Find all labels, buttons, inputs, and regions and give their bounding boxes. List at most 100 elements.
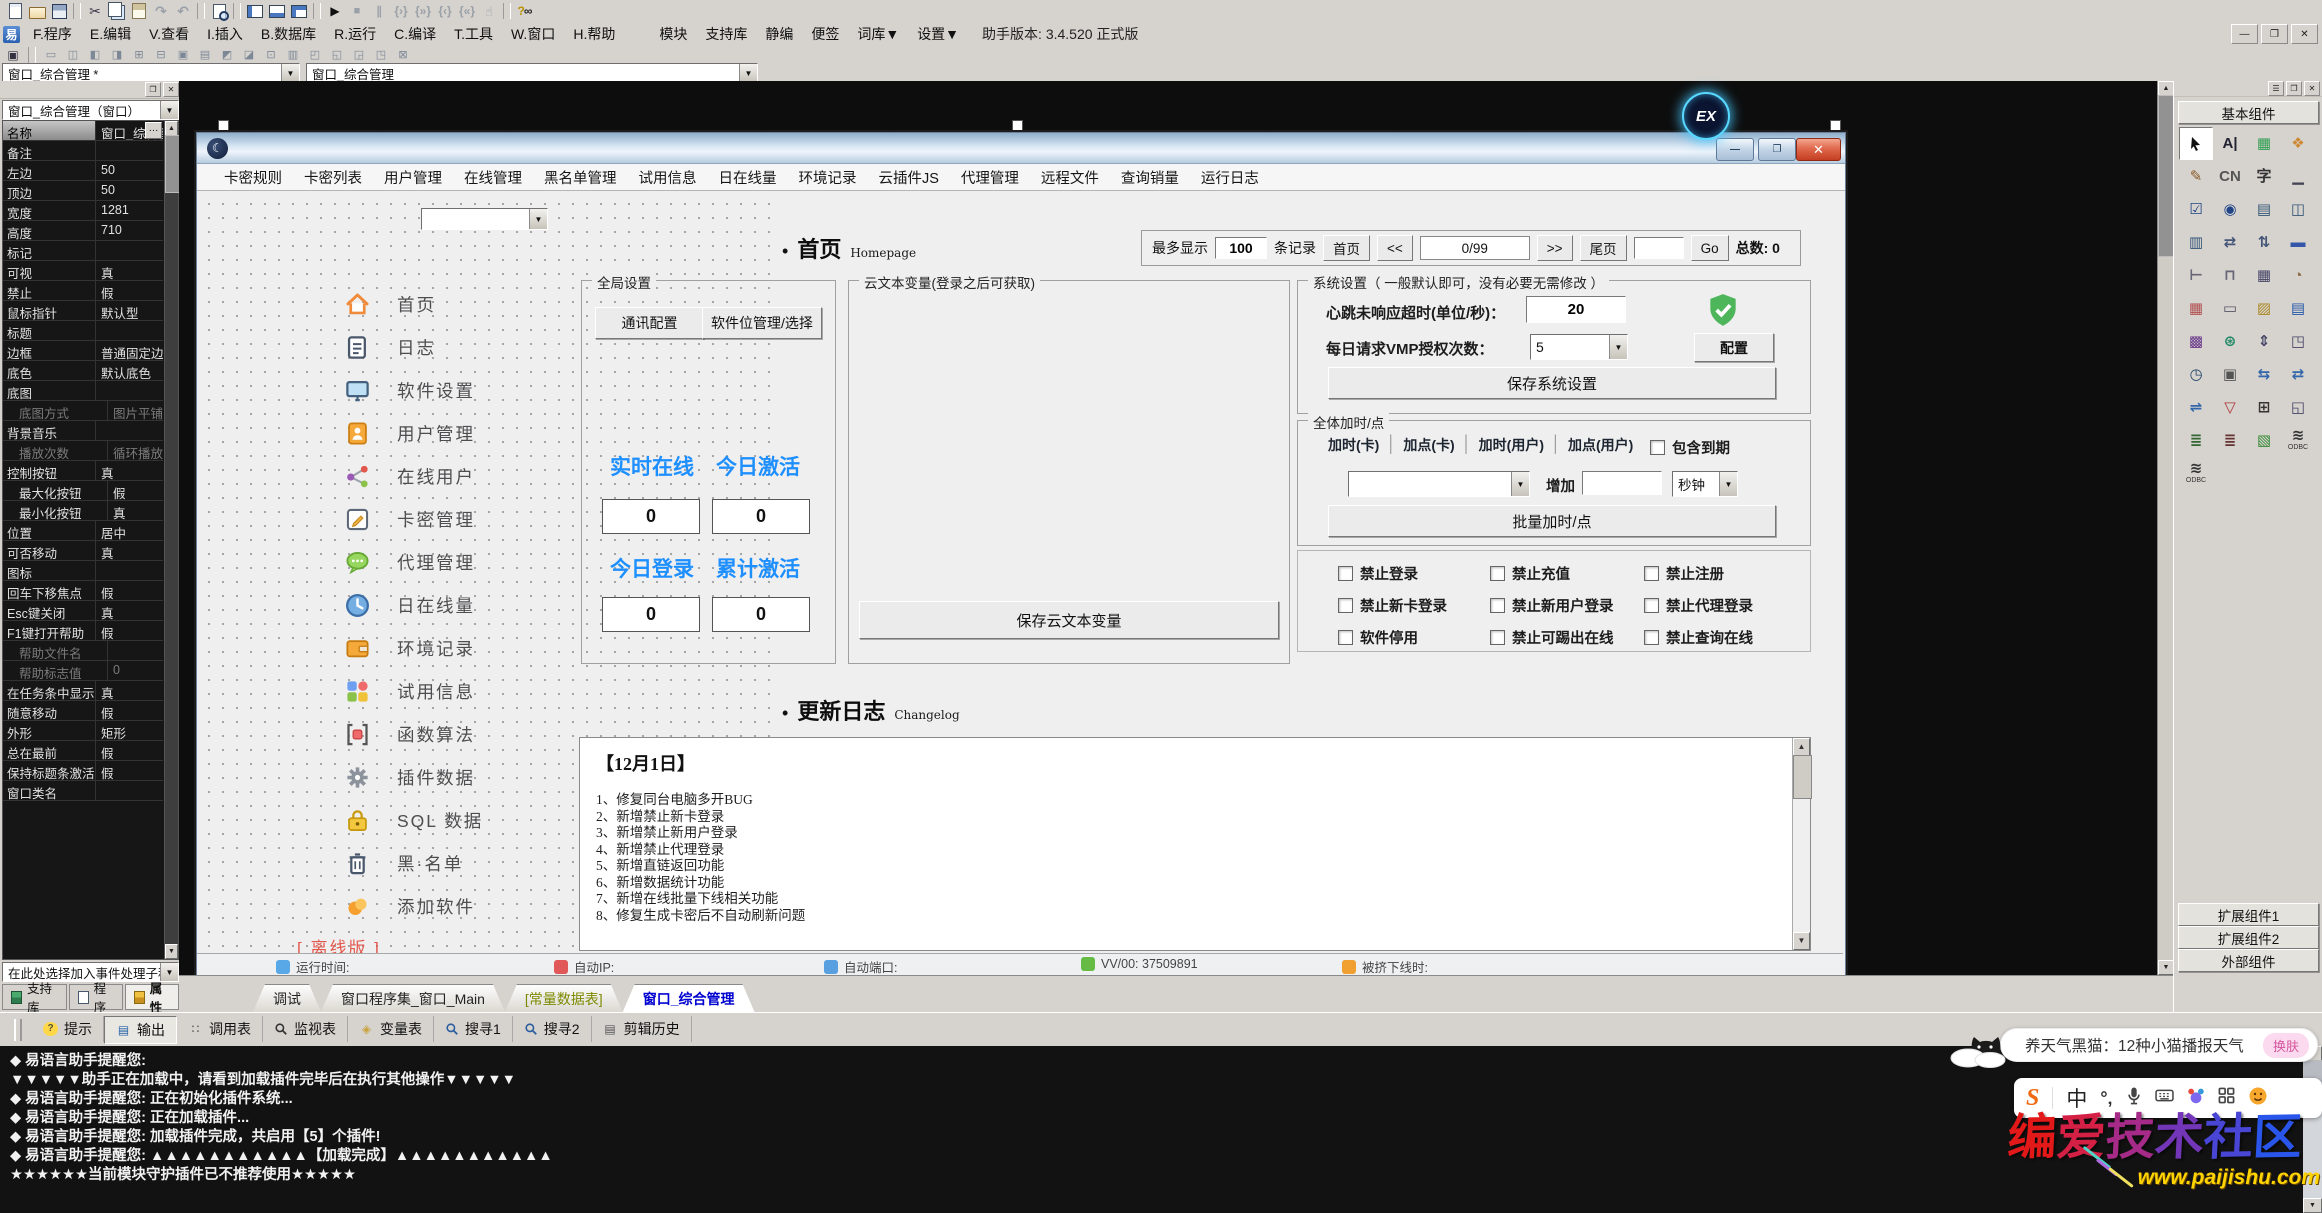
align-icon[interactable]: ⊡ [261, 47, 281, 62]
chevron-down-icon[interactable]: ▼ [160, 101, 178, 119]
form-menu-item[interactable]: 卡密规则 [213, 167, 293, 188]
sidebar-item-10[interactable]: 函数算法 [343, 718, 475, 750]
undo-icon[interactable]: ↶ [172, 2, 194, 20]
changelog-box[interactable]: 【12月1日】 1、修复同台电脑多开BUG2、新增禁止新卡登录3、新增禁止新用户… [579, 737, 1811, 951]
sidebar-item-11[interactable]: 插件数据 [343, 761, 475, 793]
scroll-down-icon[interactable]: ▼ [165, 944, 178, 959]
palette-section-external[interactable]: 外部组件 [2178, 949, 2319, 972]
sidebar-item-2[interactable]: 软件设置 [343, 374, 475, 406]
restriction-checkbox[interactable]: 禁止新用户登录 [1490, 595, 1614, 616]
palette-component-icon[interactable]: ✎ [2179, 160, 2213, 193]
chevron-down-icon[interactable]: ▼ [281, 64, 299, 82]
menu-item[interactable]: T.工具 [445, 22, 502, 46]
ex-plugin-badge[interactable]: EX [1682, 92, 1730, 140]
restriction-checkbox[interactable]: 禁止查询在线 [1644, 627, 1753, 648]
sidebar-item-3[interactable]: 用户管理 [343, 417, 475, 449]
property-row[interactable]: 最小化按钮真 [3, 501, 163, 521]
document-tab[interactable]: 调试 [253, 984, 321, 1012]
scroll-down-icon[interactable]: ▼ [2303, 1198, 2322, 1213]
prev-page-button[interactable]: << [1377, 235, 1413, 261]
align-icon[interactable]: ◩ [217, 47, 237, 62]
property-row[interactable]: Esc键关闭真 [3, 601, 163, 621]
palette-component-icon[interactable]: ▩ [2179, 325, 2213, 358]
scroll-up-icon[interactable]: ▲ [1793, 738, 1810, 756]
sidebar-item-13[interactable]: 黑·名单 [343, 847, 463, 879]
align-icon[interactable]: ◱ [327, 47, 347, 62]
sidebar-item-9[interactable]: 试用信息 [343, 675, 475, 707]
property-row[interactable]: 在任务条中显示真 [3, 681, 163, 701]
restriction-checkbox[interactable]: 禁止充值 [1490, 563, 1570, 584]
next-page-button[interactable]: >> [1537, 235, 1573, 261]
menu-item[interactable]: H.帮助 [564, 22, 624, 46]
palette-component-icon[interactable]: ⇆ [2247, 358, 2281, 391]
sidebar-item-12[interactable]: SQL 数据 [343, 804, 483, 836]
menu-item[interactable]: 词库▼ [848, 22, 908, 46]
menu-item[interactable]: E.编辑 [81, 22, 140, 46]
palette-component-icon[interactable]: ⇕ [2247, 325, 2281, 358]
property-row[interactable]: 总在最前假 [3, 741, 163, 761]
palette-component-icon[interactable]: ⇌ [2179, 391, 2213, 424]
restriction-checkbox[interactable]: 禁止新卡登录 [1338, 595, 1447, 616]
align-icon[interactable]: ▣ [173, 47, 193, 62]
help-search-icon[interactable]: ?∞ [514, 2, 536, 20]
skin-change-button[interactable]: 换肤 [2263, 1033, 2309, 1058]
palette-component-icon[interactable]: ▤ [2281, 292, 2315, 325]
designer-vertical-scrollbar[interactable]: ▲ ▼ [2157, 81, 2174, 975]
sidebar-item-1[interactable]: 日志 [343, 331, 436, 363]
menu-item[interactable]: 静编 [756, 22, 802, 46]
palette-component-icon[interactable]: ⇅ [2247, 226, 2281, 259]
property-row[interactable]: 回车下移焦点假 [3, 581, 163, 601]
palette-component-icon[interactable]: ≋ODBC [2179, 457, 2213, 490]
scrollbar-thumb[interactable] [1793, 755, 1812, 799]
form-menu-item[interactable]: 代理管理 [950, 167, 1030, 188]
form-minimize-button[interactable]: — [1716, 138, 1754, 161]
console-scrollbar[interactable]: ▲ ▼ [2303, 1046, 2322, 1213]
palette-component-icon[interactable]: ⊛ [2213, 325, 2247, 358]
chevron-down-icon[interactable]: ▼ [1511, 472, 1529, 496]
output-tab-变量表[interactable]: ◈变量表 [348, 1016, 434, 1042]
align-icon[interactable]: ▭ [41, 47, 61, 62]
apps-grid-icon[interactable] [2218, 1087, 2235, 1109]
save-icon[interactable] [48, 2, 70, 20]
output-tab-搜寻2[interactable]: 搜寻2 [513, 1016, 592, 1042]
palette-component-icon[interactable]: ▭ [2213, 292, 2247, 325]
first-page-button[interactable]: 首页 [1323, 235, 1370, 261]
palette-component-icon[interactable]: ⇄ [2281, 358, 2315, 391]
property-row[interactable]: 底图方式图片平铺 [3, 401, 163, 421]
copy-icon[interactable] [106, 2, 128, 20]
sogou-logo-icon[interactable]: S [2026, 1085, 2039, 1112]
selection-handle[interactable] [1012, 120, 1023, 131]
align-icon[interactable]: ▤ [195, 47, 215, 62]
debug-step-in-icon[interactable]: {›} [390, 2, 412, 20]
palette-component-icon[interactable]: ▦ [2247, 127, 2281, 160]
stat-value-box[interactable]: 0 [712, 597, 810, 632]
scroll-down-icon[interactable]: ▼ [2158, 960, 2174, 975]
palette-section-basic[interactable]: 基本组件 [2178, 101, 2319, 124]
form-menu-item[interactable]: 卡密列表 [293, 167, 373, 188]
ime-mode-chinese[interactable]: 中 [2066, 1083, 2087, 1113]
palette-component-icon[interactable]: ▥ [2179, 226, 2213, 259]
last-page-button[interactable]: 尾页 [1580, 235, 1627, 261]
form-menu-item[interactable]: 云插件JS [868, 167, 950, 188]
window-close-button[interactable]: ✕ [2291, 24, 2318, 44]
output-tab-调用表[interactable]: ∷调用表 [177, 1016, 263, 1042]
skin-mickey-icon[interactable] [2187, 1087, 2205, 1110]
tab-support-libs[interactable]: 支持库 [2, 984, 67, 1010]
align-icon[interactable]: ◰ [305, 47, 325, 62]
max-records-input[interactable] [1215, 237, 1267, 259]
palette-component-icon[interactable]: ⊢ [2179, 259, 2213, 292]
find-in-file-icon[interactable] [208, 2, 230, 20]
palette-component-icon[interactable]: ▽ [2213, 391, 2247, 424]
property-row[interactable]: 名称窗口_综合管理… [3, 121, 163, 141]
vmp-count-combo[interactable]: 5 ▼ [1530, 334, 1628, 360]
menu-item[interactable]: R.运行 [325, 22, 385, 46]
open-file-icon[interactable] [26, 2, 48, 20]
menu-item[interactable]: B.数据库 [252, 22, 325, 46]
debug-step-out-icon[interactable]: {‹} [434, 2, 456, 20]
stop-icon[interactable]: ■ [346, 2, 368, 20]
palette-component-icon[interactable]: ◳ [2281, 325, 2315, 358]
output-tab-剪辑历史[interactable]: ▤剪辑历史 [592, 1016, 692, 1042]
palette-component-icon[interactable]: ☑ [2179, 193, 2213, 226]
changelog-scrollbar[interactable]: ▲ ▼ [1792, 738, 1810, 950]
palette-component-icon[interactable]: ▨ [2247, 292, 2281, 325]
